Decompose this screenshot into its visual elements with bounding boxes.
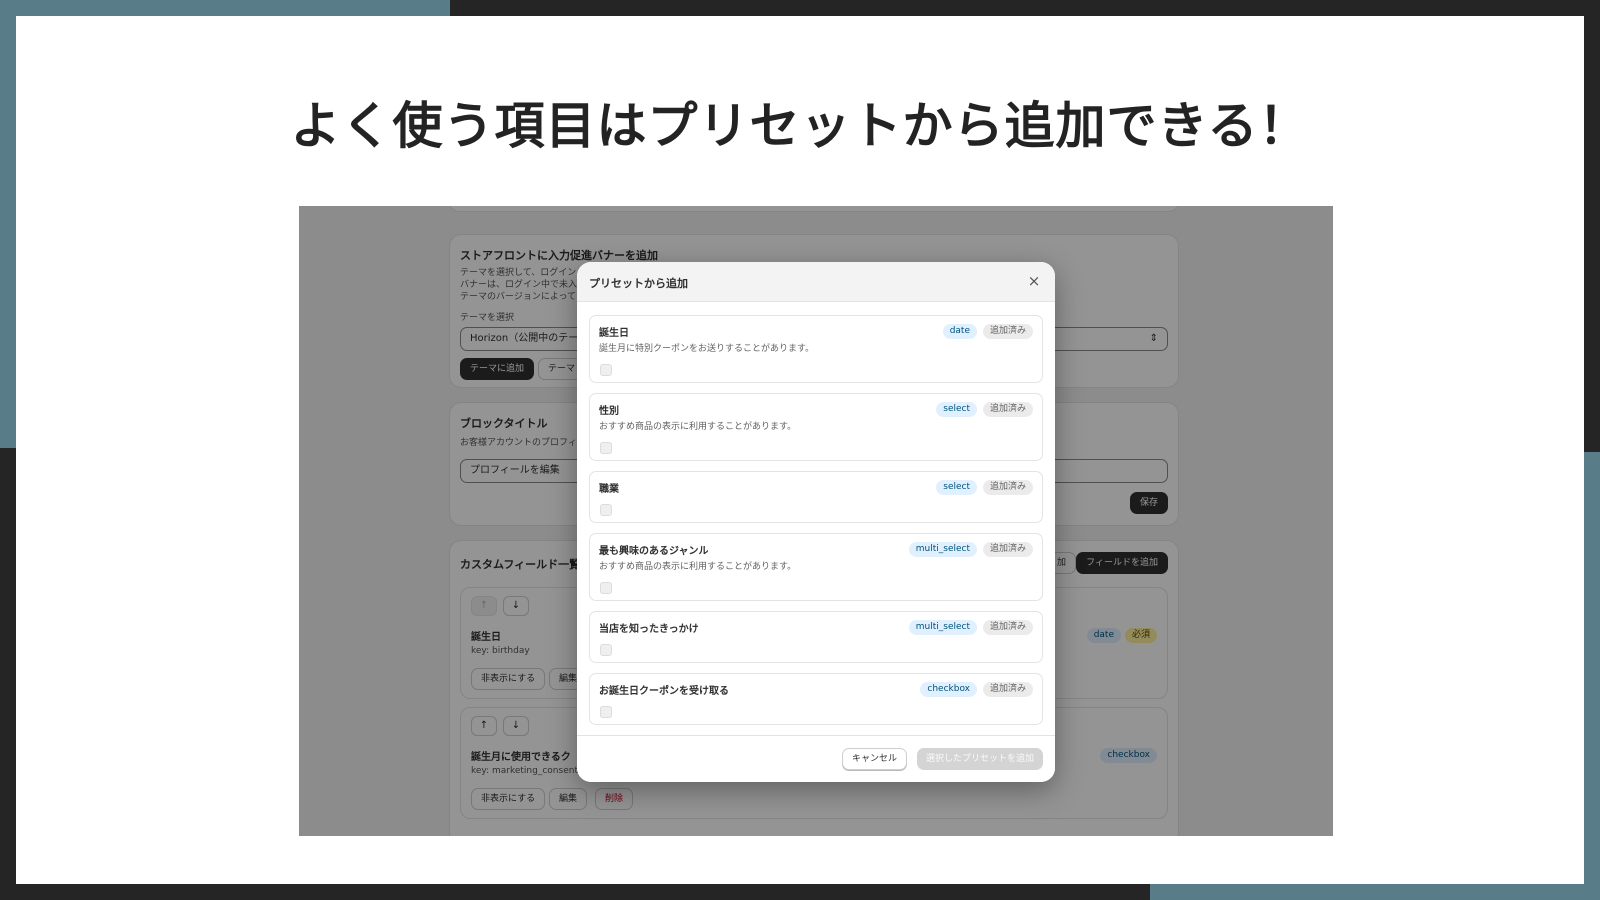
preset-type-badge: date: [942, 324, 977, 339]
preset-modal: プリセットから追加 × 誕生日 誕生月に特別クーポンをお送りすることがあります。…: [577, 262, 1055, 782]
added-badge: 追加済み: [982, 682, 1033, 697]
preset-item[interactable]: お誕生日クーポンを受け取る checkbox 追加済み: [589, 673, 1043, 725]
preset-checkbox[interactable]: [600, 504, 612, 516]
preset-desc: 誕生月に特別クーポンをお送りすることがあります。: [599, 344, 815, 354]
preset-item[interactable]: 当店を知ったきっかけ multi_select 追加済み: [589, 611, 1043, 663]
preset-name: 最も興味のあるジャンル: [599, 546, 709, 557]
added-badge: 追加済み: [982, 480, 1033, 495]
preset-type-badge: select: [936, 402, 977, 417]
add-selected-presets-button[interactable]: 選択したプリセットを追加: [916, 748, 1043, 770]
preset-item[interactable]: 誕生日 誕生月に特別クーポンをお送りすることがあります。 date 追加済み: [589, 315, 1043, 383]
slide-headline: よく使う項目はプリセットから追加できる！: [290, 97, 1310, 155]
modal-footer: キャンセル 選択したプリセットを追加: [577, 735, 1055, 782]
slide: よく使う項目はプリセットから追加できる！ ストアフロントに入力促進バナーを追加 …: [16, 16, 1584, 884]
preset-name: 性別: [599, 406, 619, 417]
cancel-button[interactable]: キャンセル: [841, 748, 907, 770]
preset-name: 職業: [599, 484, 619, 495]
app-screenshot: ストアフロントに入力促進バナーを追加 テーマを選択して、ログイン バナーは、ログ…: [299, 206, 1333, 836]
close-icon[interactable]: ×: [1025, 272, 1043, 290]
preset-type-badge: checkbox: [920, 682, 977, 697]
added-badge: 追加済み: [982, 620, 1033, 635]
added-badge: 追加済み: [982, 324, 1033, 339]
added-badge: 追加済み: [982, 402, 1033, 417]
preset-type-badge: multi_select: [908, 542, 977, 557]
preset-name: お誕生日クーポンを受け取る: [599, 686, 729, 697]
preset-checkbox[interactable]: [600, 442, 612, 454]
preset-name: 当店を知ったきっかけ: [599, 624, 699, 635]
preset-item[interactable]: 最も興味のあるジャンル おすすめ商品の表示に利用することがあります。 multi…: [589, 533, 1043, 601]
preset-checkbox[interactable]: [600, 582, 612, 594]
preset-name: 誕生日: [599, 328, 629, 339]
modal-title: プリセットから追加: [589, 277, 688, 290]
added-badge: 追加済み: [982, 542, 1033, 557]
preset-item[interactable]: 職業 select 追加済み: [589, 471, 1043, 523]
preset-type-badge: select: [936, 480, 977, 495]
preset-checkbox[interactable]: [600, 644, 612, 656]
preset-checkbox[interactable]: [600, 706, 612, 718]
modal-header: プリセットから追加 ×: [577, 262, 1055, 302]
preset-type-badge: multi_select: [908, 620, 977, 635]
preset-item[interactable]: 性別 おすすめ商品の表示に利用することがあります。 select 追加済み: [589, 393, 1043, 461]
preset-desc: おすすめ商品の表示に利用することがあります。: [599, 422, 797, 432]
preset-checkbox[interactable]: [600, 364, 612, 376]
preset-desc: おすすめ商品の表示に利用することがあります。: [599, 562, 797, 572]
